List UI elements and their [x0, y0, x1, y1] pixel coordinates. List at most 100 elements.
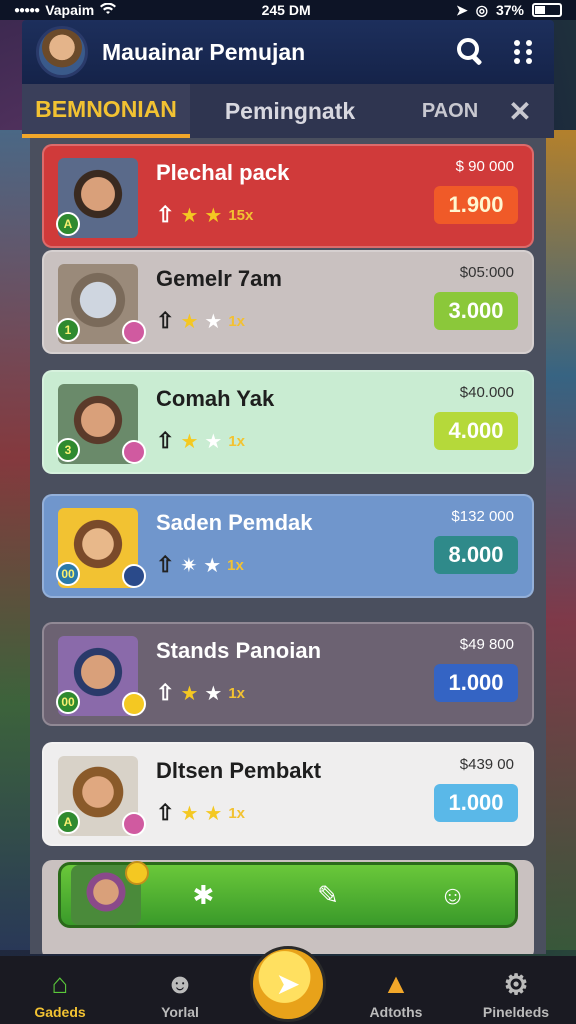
buy-button[interactable]: 1.000: [434, 664, 518, 702]
level-badge: A: [56, 212, 80, 236]
coin-dot: [122, 692, 146, 716]
nav-notifications[interactable]: ▲ Adtoths: [346, 964, 446, 1020]
star-empty-icon: ★: [204, 310, 223, 333]
upgrade-arrow-icon: ⇧: [156, 680, 175, 705]
close-button[interactable]: ✕: [500, 84, 540, 138]
pack-name: Gemelr 7am: [156, 266, 282, 291]
original-price: $ 90 000: [455, 158, 514, 175]
tab-first[interactable]: BEMNONIAN: [22, 84, 190, 138]
page-title: Mauainar Pemujan: [102, 38, 306, 65]
star-empty-icon: ★: [204, 430, 223, 453]
tab-bar: BEMNONIAN Pemingnatk PAON ✕: [22, 84, 554, 138]
nav-settings-label: Pineldeds: [482, 1004, 550, 1020]
level-badge: 3: [56, 438, 80, 462]
pack-name: Saden Pemdak: [156, 510, 313, 535]
original-price: $40.000: [459, 384, 514, 401]
alarm-icon: ◎: [475, 1, 488, 18]
pack-name: Stands Panoian: [156, 638, 322, 663]
search-icon: [457, 38, 482, 65]
search-button[interactable]: [454, 35, 488, 69]
pack-name: Dltsen Pembakt: [156, 758, 322, 783]
pack-card-2[interactable]: 1 Gemelr 7am ⇧ ★ ★ 1x $05:000 3.000: [42, 250, 534, 354]
rating-row: ⇧ ✷ ★ 1x: [156, 552, 244, 578]
buy-button[interactable]: 1.000: [434, 784, 518, 822]
buy-button[interactable]: 1.900: [434, 186, 518, 224]
home-icon: ⌂: [51, 968, 69, 999]
upgrade-arrow-icon: ⇧: [156, 552, 175, 577]
nav-home-label: Gadeds: [34, 1004, 86, 1020]
pack-card-4[interactable]: 00 Saden Pemdak ⇧ ✷ ★ 1x $132 000 8.000: [42, 494, 534, 598]
dice-button[interactable]: ✱: [141, 880, 266, 911]
multiplier-label: 1x: [228, 804, 245, 822]
buy-button[interactable]: 8.000: [434, 536, 518, 574]
center-play-button[interactable]: ➤: [250, 946, 326, 1022]
pack-card-6[interactable]: A Dltsen Pembakt ⇧ ★ ★ 1x $439 00 1.000: [42, 742, 534, 846]
multiplier-label: 1x: [228, 312, 245, 330]
nav-profile-label: Yorlal: [161, 1004, 199, 1020]
grid-menu-icon: [514, 40, 532, 64]
background-right: [546, 130, 576, 950]
settings-icon: ⚙: [503, 968, 529, 1000]
rating-row: ⇧ ★ ★ 1x: [156, 308, 245, 334]
star-empty-icon: ★: [204, 682, 223, 705]
level-badge: A: [56, 810, 80, 834]
location-icon: ➤: [456, 1, 468, 18]
status-dot: [122, 812, 146, 836]
upgrade-arrow-icon: ⇧: [156, 800, 175, 825]
star-icon: ★: [180, 204, 199, 227]
level-badge: 1: [56, 318, 80, 342]
upgrade-arrow-icon: ⇧: [156, 428, 175, 453]
multiplier-label: 1x: [228, 684, 245, 702]
close-icon: ✕: [508, 95, 532, 127]
pack-list[interactable]: A Plechal pack ⇧ ★ ★ 15x $ 90 000 1.900 …: [30, 138, 546, 954]
pack-name: Comah Yak: [156, 386, 275, 411]
star-icon: ★: [180, 310, 199, 333]
emote-button[interactable]: ☺: [390, 880, 515, 911]
rating-row: ⇧ ★ ★ 1x: [156, 800, 245, 826]
original-price: $49 800: [459, 636, 514, 653]
nav-home[interactable]: ⌂ Gadeds: [10, 964, 110, 1020]
nav-notifications-label: Adtoths: [369, 1004, 423, 1020]
scroll-icon: ✎: [317, 879, 339, 910]
level-badge: 00: [56, 562, 80, 586]
signal-icon: ●●●●●: [14, 4, 40, 16]
play-icon: ➤: [275, 967, 301, 1001]
status-dot: [122, 320, 146, 344]
original-price: $132 000: [451, 508, 514, 525]
player-avatar[interactable]: [36, 26, 88, 78]
star-empty-icon: ★: [203, 554, 222, 577]
original-price: $439 00: [459, 756, 514, 773]
buy-button[interactable]: 3.000: [434, 292, 518, 330]
nav-profile[interactable]: ☻ Yorlal: [130, 964, 230, 1020]
profile-icon: ☻: [165, 968, 195, 999]
carrier-label: Vapaim: [45, 2, 95, 18]
emote-icon: ☺: [439, 879, 466, 910]
scroll-button[interactable]: ✎: [266, 880, 391, 911]
level-badge: 00: [56, 690, 80, 714]
tab-third[interactable]: PAON: [400, 84, 500, 138]
hero-portrait: [71, 861, 149, 925]
pack-card-5[interactable]: 00 Stands Panoian ⇧ ★ ★ 1x $49 800 1.000: [42, 622, 534, 726]
battery-label: 37%: [495, 2, 524, 18]
sparkle-icon: ✷: [180, 554, 198, 577]
star-icon: ★: [204, 802, 223, 825]
app-header: Mauainar Pemujan: [22, 20, 554, 84]
menu-button[interactable]: [506, 35, 540, 69]
pack-card-1[interactable]: A Plechal pack ⇧ ★ ★ 15x $ 90 000 1.900: [42, 144, 534, 248]
upgrade-arrow-icon: ⇧: [156, 308, 175, 333]
multiplier-label: 1x: [227, 556, 244, 574]
pack-name: Plechal pack: [156, 160, 290, 185]
status-bar: ●●●●● Vapaim 245 DM ➤ ◎ 37%: [0, 0, 576, 20]
wifi-icon: [100, 2, 117, 18]
multiplier-label: 1x: [228, 432, 245, 450]
dice-icon: ✱: [192, 879, 215, 910]
clock-label: 245 DM: [261, 2, 311, 18]
status-dot: [122, 564, 146, 588]
pack-card-3[interactable]: 3 Comah Yak ⇧ ★ ★ 1x $40.000 4.000: [42, 370, 534, 474]
tab-second[interactable]: Pemingnatk: [190, 84, 390, 138]
battery-icon: [532, 3, 562, 17]
nav-settings[interactable]: ⚙ Pineldeds: [466, 964, 566, 1021]
background-left: [0, 130, 30, 950]
buy-button[interactable]: 4.000: [434, 412, 518, 450]
notification-icon: ▲: [382, 968, 410, 999]
